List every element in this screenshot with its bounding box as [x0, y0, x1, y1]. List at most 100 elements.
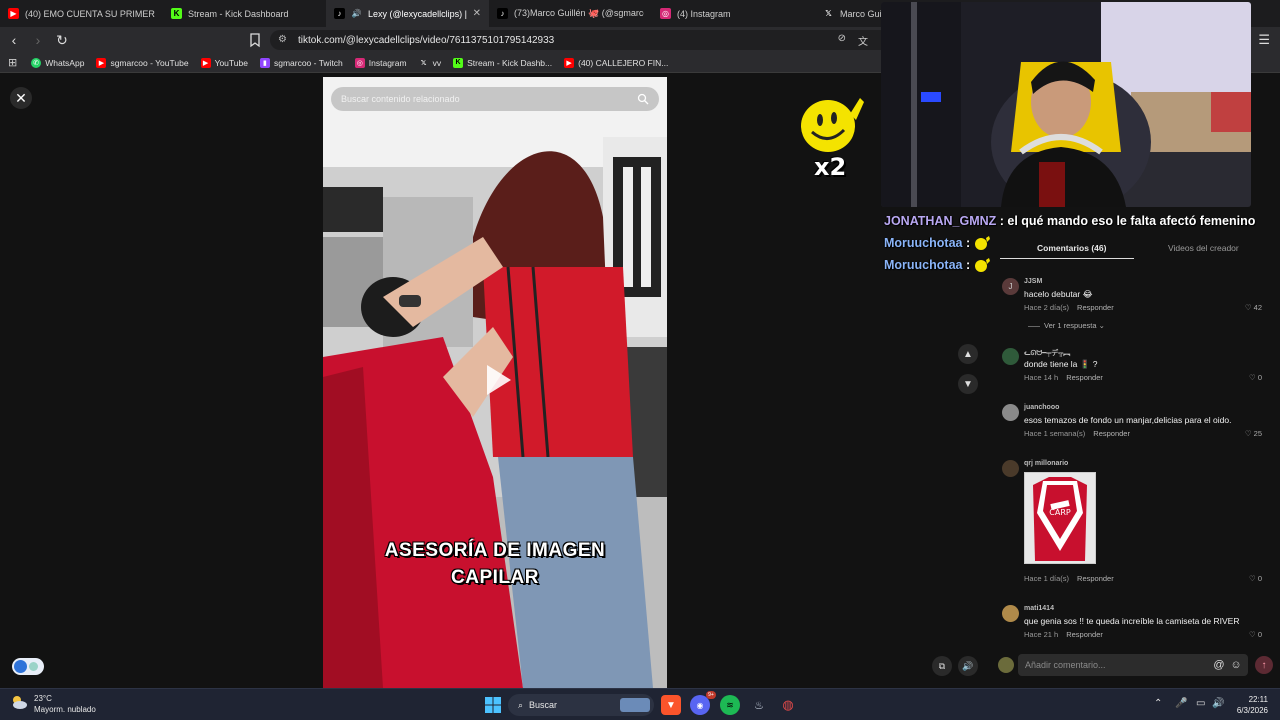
heart-icon: ♡: [1249, 630, 1258, 639]
add-comment-input[interactable]: Añadir comentario... @ ☺: [1018, 654, 1248, 676]
divider: [1028, 325, 1040, 327]
river-plate-shirt-image: CARP: [1025, 473, 1095, 563]
related-search-input[interactable]: Buscar contenido relacionado: [331, 87, 659, 111]
comment-likes[interactable]: ♡ 25: [1245, 429, 1262, 438]
browser-menu-icon[interactable]: ☰: [1258, 32, 1270, 48]
chrome-icon[interactable]: ◍: [778, 695, 798, 715]
bookmark-twitch[interactable]: ▮ sgmarcoo - Twitch: [259, 57, 343, 68]
emoji-icon[interactable]: ☺: [1229, 658, 1243, 672]
comment-likes[interactable]: ♡ 0: [1249, 630, 1262, 639]
avatar[interactable]: [1002, 348, 1019, 365]
comment-user[interactable]: mati1414: [1024, 605, 1054, 612]
chevron-up-icon: ▲: [963, 348, 973, 360]
clock-date: 6/3/2026: [1236, 706, 1268, 715]
network-icon[interactable]: ▭: [1196, 698, 1205, 709]
steam-icon[interactable]: ♨: [749, 695, 769, 715]
weather-temperature: 23°C: [34, 694, 52, 703]
address-bar[interactable]: ⚙ tiktok.com/@lexycadellclips/video/7611…: [270, 30, 890, 50]
chat-message: Moruuchotaa :: [884, 232, 1264, 254]
waving-smiley-icon: [975, 258, 991, 272]
avatar[interactable]: J: [1002, 278, 1019, 295]
close-icon: ✕: [15, 89, 27, 106]
view-replies-button[interactable]: Ver 1 respuesta ⌄: [1028, 321, 1105, 330]
tab-youtube-emo[interactable]: ▶ (40) EMO CUENTA SU PRIMERA VEZ: [0, 0, 163, 27]
bookmark-sgmarcoo-youtube[interactable]: ▶ sgmarcoo - YouTube: [96, 57, 189, 68]
previous-video-button[interactable]: ▲: [958, 344, 978, 364]
tab-label: (40) EMO CUENTA SU PRIMERA VEZ: [25, 8, 155, 19]
extension-icon: [14, 660, 27, 673]
bookmark-youtube[interactable]: ▶ YouTube: [200, 57, 248, 68]
avatar[interactable]: [1002, 460, 1019, 477]
close-video-button[interactable]: ✕: [10, 87, 32, 109]
bookmark-callejero[interactable]: ▶ (40) CALLEJERO FIN...: [564, 57, 668, 68]
avatar[interactable]: [1002, 605, 1019, 622]
add-comment-placeholder: Añadir comentario...: [1025, 660, 1106, 670]
comment-user[interactable]: juanchooo: [1024, 404, 1059, 411]
comment-user[interactable]: ᓚᘏᗢ━╤デ╦︻: [1024, 348, 1070, 358]
comment-image-river-shirt[interactable]: CARP: [1024, 472, 1096, 564]
arrow-up-icon: ↑: [1261, 659, 1267, 671]
kick-icon: K: [453, 57, 464, 68]
send-comment-button[interactable]: ↑: [1255, 656, 1273, 674]
comment-likes[interactable]: ♡ 0: [1249, 373, 1262, 382]
tab-label: (73)Marco Guillén 🐙 (@sgmarco) | TikTok: [514, 8, 644, 18]
bookmark-vv[interactable]: 𝕏vv: [419, 58, 441, 68]
video-caption-line2: CAPILAR: [451, 567, 539, 588]
reply-button[interactable]: Responder: [1066, 373, 1103, 382]
twitch-icon: ▮: [259, 57, 270, 68]
windows-start-button[interactable]: [483, 695, 503, 715]
like-count: 0: [1257, 630, 1262, 639]
back-button[interactable]: ‹: [4, 30, 24, 50]
taskbar-search[interactable]: ⌕ Buscar: [508, 694, 654, 716]
play-icon[interactable]: [477, 360, 517, 400]
reply-button[interactable]: Responder: [1077, 303, 1114, 312]
bookmark-label: sgmarcoo - Twitch: [273, 57, 343, 68]
brave-browser-icon[interactable]: ▼: [661, 695, 681, 715]
mention-icon[interactable]: @: [1212, 658, 1226, 672]
site-settings-icon[interactable]: ⚙: [278, 34, 290, 46]
cloud-icon: [13, 696, 27, 709]
tiktok-icon: ♪: [497, 8, 508, 19]
comment-likes[interactable]: ♡ 42: [1245, 303, 1262, 312]
tab-tiktok-sgmarco[interactable]: ♪ (73)Marco Guillén 🐙 (@sgmarco) | TikTo…: [489, 0, 652, 27]
show-hidden-icons-chevron-icon[interactable]: ⌃: [1154, 698, 1162, 709]
tab-instagram[interactable]: ◎ (4) Instagram: [652, 0, 815, 27]
forward-button[interactable]: ›: [28, 30, 48, 50]
bookmark-icon[interactable]: [247, 32, 263, 48]
reload-button[interactable]: ↻: [52, 30, 72, 50]
pip-button[interactable]: ⧉: [932, 656, 952, 676]
related-search-placeholder: Buscar contenido relacionado: [341, 94, 460, 104]
microphone-icon[interactable]: 🎤: [1175, 698, 1187, 709]
search-icon[interactable]: [637, 93, 649, 105]
tab-tiktok-lexy[interactable]: ♪ 🔊 Lexy (@lexycadellclips) | TikTok ✕: [326, 0, 489, 27]
reply-button[interactable]: Responder: [1077, 574, 1114, 583]
speaker-icon: 🔊: [962, 660, 974, 671]
video-player[interactable]: Buscar contenido relacionado ASESORÍA DE…: [323, 77, 667, 688]
weather-condition: Mayorm. nublado: [34, 705, 96, 714]
bookmark-whatsapp[interactable]: ✆ WhatsApp: [31, 57, 84, 68]
reader-icon[interactable]: ⊘: [838, 33, 846, 44]
comment-item: qrj millonario CARP Hace 1 día(s) Respond…: [1002, 460, 1272, 585]
translate-icon[interactable]: 文: [858, 33, 868, 48]
tab-kick-dashboard[interactable]: K Stream - Kick Dashboard: [163, 0, 326, 27]
comment-user[interactable]: JJSM: [1024, 278, 1042, 285]
comment-user[interactable]: qrj millonario: [1024, 460, 1068, 467]
apps-grid-icon[interactable]: ⊞: [8, 56, 17, 69]
spotify-icon[interactable]: ≋: [720, 695, 740, 715]
weather-widget[interactable]: 23°C Mayorm. nublado: [10, 693, 96, 715]
reply-button[interactable]: Responder: [1093, 429, 1130, 438]
like-count: 0: [1257, 373, 1262, 382]
close-tab-icon[interactable]: ✕: [473, 8, 481, 19]
extension-toggle[interactable]: [12, 658, 44, 675]
comment-likes[interactable]: ♡ 0: [1249, 574, 1262, 583]
next-video-button[interactable]: ▼: [958, 374, 978, 394]
system-clock[interactable]: 22:11 6/3/2026: [1232, 694, 1268, 716]
volume-icon[interactable]: 🔊: [1212, 698, 1224, 709]
reply-button[interactable]: Responder: [1066, 630, 1103, 639]
avatar[interactable]: [1002, 404, 1019, 421]
volume-button[interactable]: 🔊: [958, 656, 978, 676]
bookmark-instagram[interactable]: ◎ Instagram: [354, 57, 407, 68]
bookmark-kick[interactable]: K Stream - Kick Dashb...: [453, 57, 552, 68]
tab-label: (4) Instagram: [677, 8, 731, 19]
youtube-icon: ▶: [8, 8, 19, 19]
